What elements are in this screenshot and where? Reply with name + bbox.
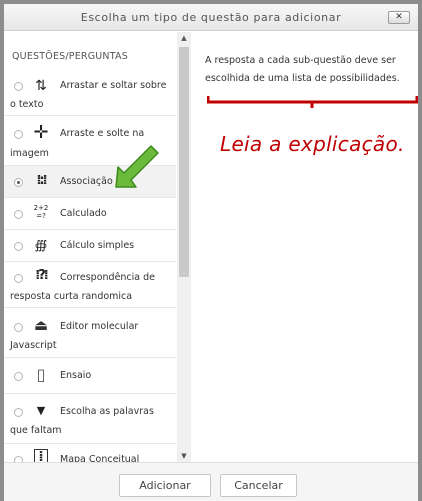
random-short-answer-icon: ⁞?⁞ (35, 268, 48, 283)
radio-button[interactable] (14, 408, 23, 417)
question-type-description: A resposta a cada sub-questão deve ser e… (205, 55, 400, 84)
option-label: Editor molecular (60, 321, 139, 332)
option-label: Escolha as palavras (60, 406, 154, 417)
list-scrollbar[interactable]: ▲ ▼ (177, 32, 191, 462)
radio-button[interactable] (14, 130, 23, 139)
question-type-list: QUESTÕES/PERGUNTAS ⇅ Arrastar e soltar s… (4, 32, 184, 462)
option-label: Cálculo simples (60, 240, 135, 251)
matching-icon: ⁞:⁞ (36, 173, 47, 188)
question-option-random-short-answer[interactable]: ⁞?⁞ Correspondência de resposta curta ra… (4, 262, 176, 308)
concept-map-icon: ⁞ (34, 449, 48, 462)
scroll-down-arrow-icon[interactable]: ▼ (177, 450, 191, 462)
essay-icon: ▯ (36, 365, 46, 384)
molecule-editor-icon: ⏏ (33, 316, 49, 334)
radio-button[interactable] (14, 210, 23, 219)
option-label-continued: o texto (10, 99, 44, 110)
radio-button[interactable] (14, 274, 23, 283)
radio-button[interactable] (14, 82, 23, 91)
dialog-footer: Adicionar Cancelar (4, 462, 418, 501)
calculated-simple-icon: ∰ (34, 238, 48, 252)
option-label: Arraste e solte na (60, 128, 145, 139)
radio-button[interactable] (14, 323, 23, 332)
list-section-header: QUESTÕES/PERGUNTAS (12, 51, 128, 62)
option-label: Correspondência de (60, 272, 156, 283)
question-option-concept-map[interactable]: ⁞ Mapa Conceitual (4, 444, 176, 462)
scroll-thumb[interactable] (179, 47, 189, 277)
drag-drop-text-icon: ⇅ (35, 78, 47, 94)
dialog-title: Escolha um tipo de questão para adiciona… (80, 11, 342, 24)
radio-button[interactable] (14, 372, 23, 381)
option-label-continued: que faltam (10, 425, 62, 436)
green-arrow-icon (115, 145, 159, 188)
option-label-continued: Javascript (10, 340, 57, 351)
radio-button-selected[interactable] (14, 178, 23, 187)
question-option-select-missing-words[interactable]: ▼ Escolha as palavras que faltam (4, 394, 176, 444)
question-option-molecule-editor[interactable]: ⏏ Editor molecular Javascript (4, 308, 176, 358)
add-button[interactable]: Adicionar (119, 474, 211, 497)
option-label: Mapa Conceitual (60, 454, 140, 462)
cancel-button[interactable]: Cancelar (220, 474, 297, 497)
option-label-continued: imagem (10, 148, 49, 159)
question-type-dialog: Escolha um tipo de questão para adiciona… (0, 0, 422, 501)
question-option-calculated-simple[interactable]: ∰ Cálculo simples (4, 230, 176, 262)
calculated-icon: 2+2 =? (33, 204, 49, 220)
radio-button[interactable] (14, 242, 23, 251)
option-label: Calculado (60, 208, 107, 219)
red-bracket-annotation (207, 96, 418, 108)
option-label: Ensaio (60, 370, 92, 381)
hint-annotation: Leia a explicação. (220, 132, 405, 156)
question-option-essay[interactable]: ▯ Ensaio (4, 358, 176, 394)
option-label: Arrastar e soltar sobre (60, 80, 167, 91)
option-label-continued: resposta curta randomica (10, 291, 133, 302)
select-missing-words-icon: ▼ (36, 404, 46, 417)
option-label: Associação (60, 176, 113, 187)
question-option-drag-drop-text[interactable]: ⇅ Arrastar e soltar sobre o texto (4, 68, 176, 116)
question-option-calculated[interactable]: 2+2 =? Calculado (4, 198, 176, 230)
close-icon[interactable]: ✕ (388, 11, 410, 24)
drag-drop-image-icon: ✛ (33, 122, 49, 143)
scroll-up-arrow-icon[interactable]: ▲ (177, 32, 191, 44)
dialog-titlebar: Escolha um tipo de questão para adiciona… (4, 4, 418, 31)
